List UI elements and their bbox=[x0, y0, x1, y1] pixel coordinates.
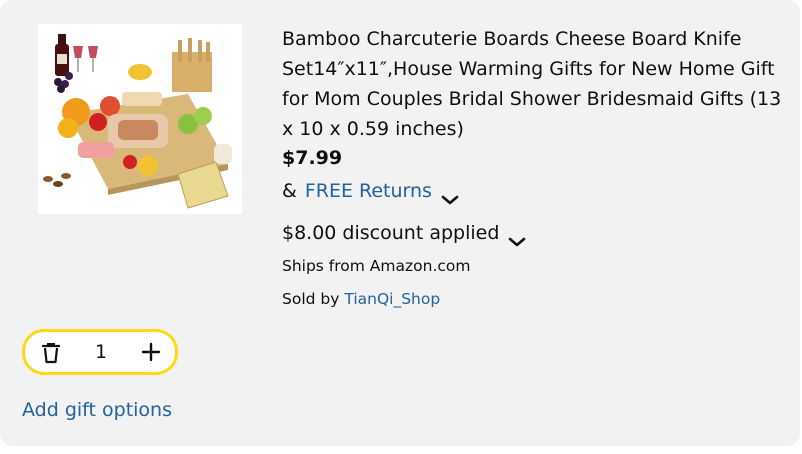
plus-icon[interactable] bbox=[141, 342, 161, 362]
discount-row[interactable]: $8.00 discount applied bbox=[282, 218, 526, 248]
add-gift-options-link[interactable]: Add gift options bbox=[22, 396, 172, 424]
trash-icon[interactable] bbox=[41, 342, 61, 364]
discount-text: $8.00 discount applied bbox=[282, 222, 500, 244]
cart-item-card: Bamboo Charcuterie Boards Cheese Board K… bbox=[0, 0, 800, 446]
sold-by-label: Sold by bbox=[282, 290, 340, 308]
quantity-value: 1 bbox=[94, 341, 108, 363]
ships-from: Ships from Amazon.com bbox=[282, 257, 471, 275]
free-returns-link[interactable]: FREE Returns bbox=[305, 176, 432, 206]
returns-row: & FREE Returns bbox=[282, 176, 459, 206]
product-title[interactable]: Bamboo Charcuterie Boards Cheese Board K… bbox=[282, 24, 782, 144]
product-price: $7.99 bbox=[282, 147, 343, 169]
sold-by: Sold by TianQi_Shop bbox=[282, 287, 440, 311]
quantity-stepper: 1 bbox=[22, 329, 178, 375]
chevron-down-icon[interactable] bbox=[441, 185, 459, 205]
seller-link[interactable]: TianQi_Shop bbox=[344, 290, 440, 308]
returns-prefix: & bbox=[282, 180, 297, 202]
chevron-down-icon[interactable] bbox=[508, 227, 526, 247]
product-image[interactable] bbox=[38, 24, 242, 214]
